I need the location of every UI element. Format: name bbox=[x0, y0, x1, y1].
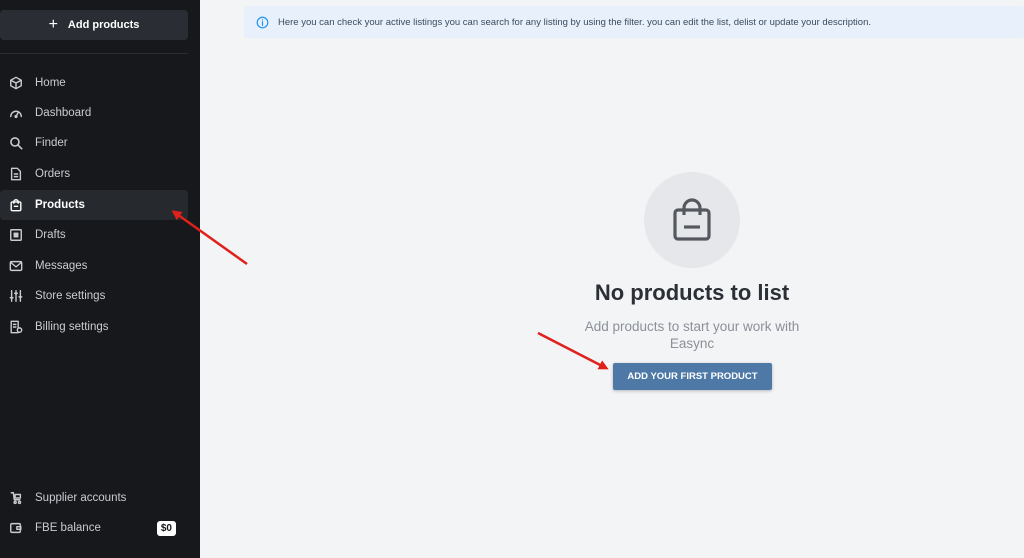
sidebar-item-label: Drafts bbox=[35, 229, 66, 241]
cube-icon bbox=[9, 76, 23, 90]
balance-badge: $0 bbox=[156, 521, 176, 536]
sidebar-item-label: Orders bbox=[35, 168, 71, 180]
empty-state-subtitle: Add products to start your work with Eas… bbox=[584, 319, 800, 351]
sidebar-item-drafts[interactable]: Drafts bbox=[0, 220, 188, 250]
shopping-bag-icon bbox=[673, 198, 711, 241]
add-products-button[interactable]: + Add products bbox=[0, 10, 188, 40]
sidebar-item-messages[interactable]: Messages bbox=[0, 251, 188, 281]
gauge-icon bbox=[9, 106, 23, 120]
sidebar-item-store-settings[interactable]: Store settings bbox=[0, 281, 188, 311]
info-banner-text: Here you can check your active listings … bbox=[278, 16, 872, 28]
add-products-label: Add products bbox=[67, 19, 140, 31]
sliders-icon bbox=[9, 289, 23, 303]
sidebar-item-label: Store settings bbox=[35, 290, 106, 302]
sidebar-item-label: Finder bbox=[35, 137, 68, 149]
add-first-product-button[interactable]: ADD YOUR FIRST PRODUCT bbox=[613, 363, 772, 390]
sidebar-item-billing-settings[interactable]: Billing settings bbox=[0, 312, 188, 342]
sidebar-item-finder[interactable]: Finder bbox=[0, 128, 188, 158]
empty-state-illustration bbox=[644, 172, 740, 268]
sidebar: + Add products Home Dashboard Finder Ord… bbox=[0, 0, 200, 558]
sidebar-item-label: Dashboard bbox=[35, 107, 92, 119]
info-icon bbox=[256, 16, 269, 28]
sidebar-item-fbe-balance[interactable]: FBE balance $0 bbox=[0, 513, 188, 543]
search-icon bbox=[9, 136, 23, 150]
sidebar-item-supplier-accounts[interactable]: Supplier accounts bbox=[0, 483, 188, 513]
empty-state: No products to list Add products to star… bbox=[560, 172, 824, 352]
empty-state-title: No products to list bbox=[594, 280, 790, 305]
sidebar-item-label: Supplier accounts bbox=[35, 492, 127, 504]
document-icon bbox=[9, 167, 23, 181]
mail-icon bbox=[9, 259, 23, 273]
supplier-icon bbox=[9, 491, 23, 505]
info-banner: Here you can check your active listings … bbox=[244, 6, 1024, 38]
sidebar-item-orders[interactable]: Orders bbox=[0, 159, 188, 189]
sidebar-item-dashboard[interactable]: Dashboard bbox=[0, 98, 188, 128]
plus-icon: + bbox=[48, 16, 58, 33]
sidebar-item-label: Messages bbox=[35, 260, 88, 272]
wallet-icon bbox=[9, 521, 23, 535]
sidebar-item-label: Billing settings bbox=[35, 321, 109, 333]
sidebar-divider bbox=[0, 53, 188, 54]
sidebar-item-label: FBE balance bbox=[35, 522, 101, 534]
draft-icon bbox=[9, 228, 23, 242]
sidebar-item-home[interactable]: Home bbox=[0, 68, 188, 98]
billing-icon bbox=[9, 320, 23, 334]
sidebar-item-label: Home bbox=[35, 77, 66, 89]
sidebar-item-products[interactable]: Products bbox=[0, 190, 188, 220]
bag-icon bbox=[9, 198, 23, 212]
sidebar-item-label: Products bbox=[35, 199, 85, 211]
